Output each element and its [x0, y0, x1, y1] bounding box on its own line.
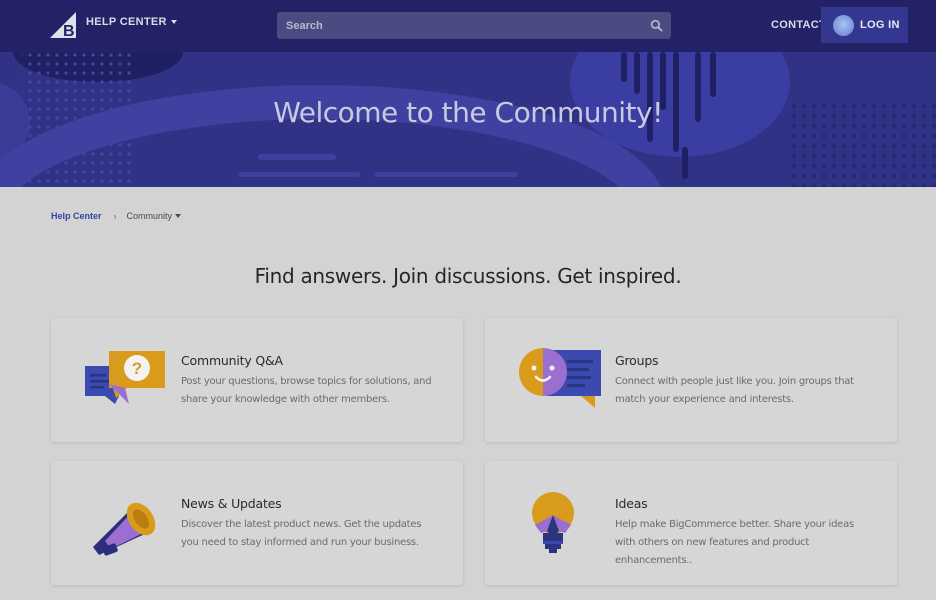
help-center-menu[interactable]: HELP CENTER	[86, 16, 177, 28]
card-description: Connect with people just like you. Join …	[615, 376, 854, 405]
lightbulb-icon	[532, 492, 574, 553]
tagline: Find answers. Join discussions. Get insp…	[254, 264, 682, 288]
chevron-down-icon	[170, 20, 177, 24]
card-description: Help make BigCommerce better. Share your…	[615, 519, 854, 566]
card-description: Discover the latest product news. Get th…	[181, 519, 422, 548]
groups-icon	[519, 348, 601, 408]
card-title: Groups	[615, 353, 659, 368]
card-news-updates[interactable]: News & Updates Discover the latest produ…	[51, 461, 463, 585]
breadcrumb-community-dropdown[interactable]: Community	[127, 211, 182, 221]
card-title: Community Q&A	[181, 353, 283, 368]
login-label: LOG IN	[860, 19, 900, 31]
chevron-down-icon	[175, 214, 182, 218]
megaphone-icon	[93, 502, 156, 556]
card-title: News & Updates	[181, 496, 282, 511]
search-icon[interactable]	[650, 19, 663, 32]
breadcrumb: Help Center › Community	[51, 211, 182, 221]
speech-bubbles-question-icon: ?	[85, 351, 165, 404]
avatar	[833, 14, 854, 36]
contact-link[interactable]: CONTACT	[771, 19, 826, 31]
page-title: Welcome to the Community!	[273, 96, 663, 129]
breadcrumb-separator: ›	[113, 211, 117, 221]
breadcrumb-help-center-link[interactable]: Help Center	[51, 211, 102, 221]
search-input[interactable]	[277, 12, 671, 39]
card-community-qa[interactable]: ? Community Q&A Post your questions, bro…	[51, 318, 463, 442]
card-description: Post your questions, browse topics for s…	[181, 376, 432, 405]
svg-text:?: ?	[132, 359, 142, 378]
card-groups[interactable]: Groups Connect with people just like you…	[485, 318, 897, 442]
svg-text:B: B	[63, 23, 75, 38]
help-center-label: HELP CENTER	[86, 16, 167, 28]
breadcrumb-current-label: Community	[126, 211, 173, 221]
bigcommerce-logo-icon[interactable]: B	[50, 12, 76, 38]
top-navigation-bar: B HELP CENTER CONTACT LOG IN	[0, 0, 936, 52]
search-box	[277, 12, 671, 39]
card-title: Ideas	[615, 496, 648, 511]
login-button[interactable]: LOG IN	[821, 7, 908, 43]
card-ideas[interactable]: Ideas Help make BigCommerce better. Shar…	[485, 461, 897, 585]
hero-banner: Welcome to the Community!	[0, 52, 936, 187]
